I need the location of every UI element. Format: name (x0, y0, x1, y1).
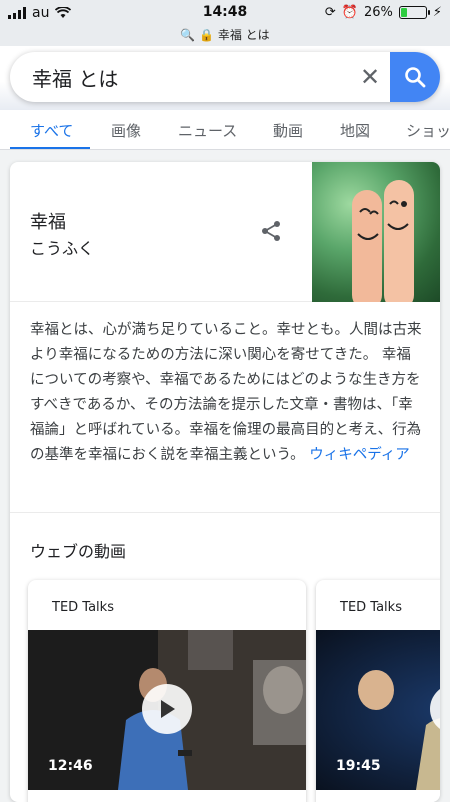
search-icon (405, 67, 426, 88)
tab-all[interactable]: すべて (30, 120, 73, 141)
video-source: TED Talks (52, 600, 114, 615)
alarm-icon: ⏰ (341, 5, 358, 20)
knowledge-card: 幸福 こうふく 幸福とは、心が満ち足りていること。幸せとも。人間は古来より幸福に… (10, 162, 440, 802)
fingers-smiley-image (352, 180, 414, 302)
url-text: 幸福 とは (217, 28, 270, 42)
video-card[interactable]: TED Talks 12:46 (28, 580, 306, 802)
tab-videos[interactable]: 動画 (273, 120, 303, 141)
video-source: TED Talks (340, 600, 402, 615)
entity-title: 幸福 (30, 212, 66, 233)
search-button[interactable] (390, 52, 440, 102)
status-bar: au 14:48 ⟳ ⏰ 26% ⚡ (0, 0, 450, 26)
video-thumbnail[interactable]: 19:45 (316, 630, 440, 790)
entity-image[interactable] (312, 162, 440, 302)
clear-icon[interactable]: ✕ (350, 63, 390, 91)
tab-news[interactable]: ニュース (178, 120, 237, 141)
lock-icon: 🔒 (199, 28, 215, 42)
description-text: 幸福とは、心が満ち足りていること。幸せとも。人間は古来より幸福になるための方法に… (30, 322, 422, 463)
status-right: ⟳ ⏰ 26% ⚡ (325, 5, 442, 20)
entity-description: 幸福とは、心が満ち足りていること。幸せとも。人間は古来より幸福になるための方法に… (30, 318, 422, 468)
search-small-icon: 🔍 (180, 28, 196, 42)
play-icon (161, 700, 175, 718)
entity-reading: こうふく (30, 239, 95, 258)
search-box[interactable]: 幸福 とは ✕ (10, 52, 440, 102)
battery-percent: 26% (363, 5, 393, 20)
search-header: 幸福 とは ✕ (0, 46, 450, 110)
knowledge-header: 幸福 こうふく (10, 162, 440, 302)
tab-maps[interactable]: 地図 (340, 120, 370, 141)
battery-icon (398, 6, 430, 19)
wikipedia-link[interactable]: ウィキペディア (309, 447, 409, 463)
tab-images[interactable]: 画像 (111, 120, 141, 141)
active-tab-indicator (10, 147, 90, 149)
charging-icon: ⚡ (432, 5, 442, 20)
rotation-lock-icon: ⟳ (324, 5, 336, 20)
video-duration: 19:45 (336, 758, 381, 774)
share-icon[interactable] (260, 220, 282, 242)
section-divider (10, 512, 440, 513)
play-button[interactable] (142, 684, 192, 734)
videos-section-title: ウェブの動画 (30, 542, 127, 561)
video-card[interactable]: TED Talks 19:45 (316, 580, 440, 802)
url-bar[interactable]: 🔍 🔒 幸福 とは (0, 26, 450, 46)
search-input[interactable]: 幸福 とは (32, 63, 350, 92)
video-thumbnail[interactable]: 12:46 (28, 630, 306, 790)
search-tabs: すべて 画像 ニュース 動画 地図 ショッピング (0, 110, 450, 150)
tab-shopping[interactable]: ショッピング (406, 120, 450, 141)
video-duration: 12:46 (48, 758, 93, 774)
battery-fill (400, 8, 408, 17)
